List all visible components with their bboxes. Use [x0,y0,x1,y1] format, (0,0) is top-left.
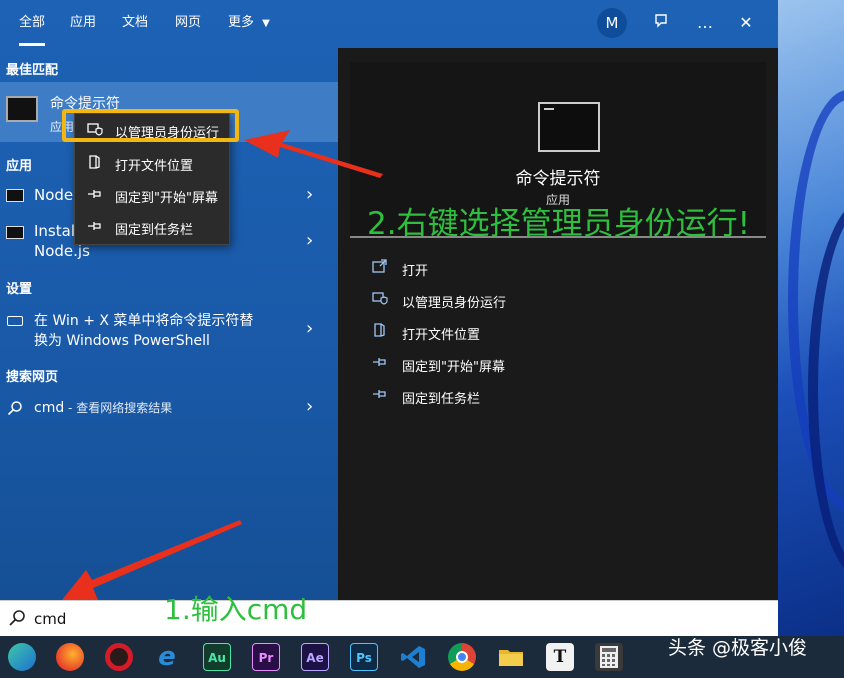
section-best-match: 最佳匹配 [6,63,59,78]
shield-run-icon [372,291,390,307]
chevron-right-icon: › [306,396,314,417]
action-open-label: 打开 [402,264,429,279]
action-open-file-location-label: 打开文件位置 [402,328,481,343]
folder-location-icon [87,155,105,171]
search-bar [0,600,778,636]
search-tabs-bar: 全部 应用 文档 网页 更多 ▼ M … ✕ [0,0,778,48]
taskbar-app-ie[interactable]: e [153,643,181,671]
tab-documents[interactable]: 文档 [122,12,148,34]
pin-start-icon [87,187,105,203]
app-result-label: Node [34,186,74,204]
tab-web[interactable]: 网页 [175,12,201,34]
section-web: 搜索网页 [6,370,59,385]
taskbar-app-audition[interactable]: Au [203,643,231,671]
terminal-icon [6,189,24,202]
app-result-label: Instal [34,222,75,240]
desktop-wallpaper [778,0,844,640]
web-result[interactable]: cmd - 查看网络搜索结果 › [0,394,338,424]
chevron-down-icon: ▼ [262,18,270,29]
action-pin-to-taskbar-label: 固定到任务栏 [402,392,481,407]
settings-result[interactable]: 在 Win + X 菜单中将命令提示符替 换为 Windows PowerShe… [0,308,338,352]
open-icon [372,259,390,275]
settings-result-line2: 换为 Windows PowerShell [34,333,210,349]
context-menu-label: 固定到"开始"屏幕 [115,191,218,206]
context-menu-pin-to-taskbar[interactable]: 固定到任务栏 [75,211,231,243]
taskbar-app-edge[interactable] [8,643,36,671]
context-menu-label: 打开文件位置 [115,159,194,174]
account-avatar[interactable]: M [597,8,627,38]
search-icon [8,609,28,629]
context-menu-open-file-location[interactable]: 打开文件位置 [75,147,231,179]
detail-pane: 命令提示符 应用 打开 以管理员身份运行 打开文件位置 固定到"开始"屏幕 固定… [338,48,778,600]
chevron-right-icon: › [306,230,314,251]
tab-more-label: 更多 [228,15,255,30]
section-settings: 设置 [6,282,33,297]
context-menu-label: 固定到任务栏 [115,223,194,238]
action-run-as-admin-label: 以管理员身份运行 [402,296,507,311]
display-icon [7,316,23,326]
taskbar-app-premiere[interactable]: Pr [252,643,280,671]
search-panel: 全部 应用 文档 网页 更多 ▼ M … ✕ 最佳匹配 命令提示符 应用 应用 … [0,0,778,600]
feedback-icon[interactable] [651,12,673,34]
tab-all[interactable]: 全部 [19,12,46,46]
taskbar-app-photoshop[interactable]: Ps [350,643,378,671]
action-pin-to-start-label: 固定到"开始"屏幕 [402,360,505,375]
web-result-query: cmd - 查看网络搜索结果 [34,399,172,416]
close-icon[interactable]: ✕ [735,12,757,34]
taskbar-app-firefox[interactable] [56,643,84,671]
watermark: 头条 @极客小俊 [668,637,808,659]
taskbar-app-vscode[interactable] [399,643,427,671]
more-options-icon[interactable]: … [694,12,716,34]
taskbar-app-typora[interactable]: T [546,643,574,671]
command-prompt-large-icon [538,102,600,152]
section-apps: 应用 [6,159,33,174]
chevron-right-icon: › [306,318,314,339]
detail-title: 命令提示符 [515,169,601,189]
taskbar-app-file-explorer[interactable] [497,643,525,671]
taskbar-app-chrome[interactable] [448,643,476,671]
settings-result-line1: 在 Win + X 菜单中将命令提示符替 [34,313,254,329]
pin-taskbar-icon [372,387,390,403]
command-prompt-icon [6,96,38,122]
tab-more[interactable]: 更多 ▼ [228,12,270,34]
taskbar-app-calculator[interactable] [595,643,623,671]
web-query-suffix: - 查看网络搜索结果 [64,401,173,415]
chevron-right-icon: › [306,184,314,205]
folder-location-icon [372,323,390,339]
web-query-text: cmd [34,400,65,416]
annotation-step-1: 1.输入cmd [164,593,308,626]
pin-taskbar-icon [87,219,105,235]
annotation-step-2: 2.右键选择管理员身份运行! [367,206,751,242]
tab-apps[interactable]: 应用 [70,12,96,34]
context-menu-pin-to-start[interactable]: 固定到"开始"屏幕 [75,179,231,211]
terminal-icon [6,226,24,239]
taskbar-app-after-effects[interactable]: Ae [301,643,329,671]
taskbar-app-opera[interactable] [105,643,133,671]
pin-start-icon [372,355,390,371]
search-icon [7,400,23,420]
highlight-box-annotation [62,109,239,142]
